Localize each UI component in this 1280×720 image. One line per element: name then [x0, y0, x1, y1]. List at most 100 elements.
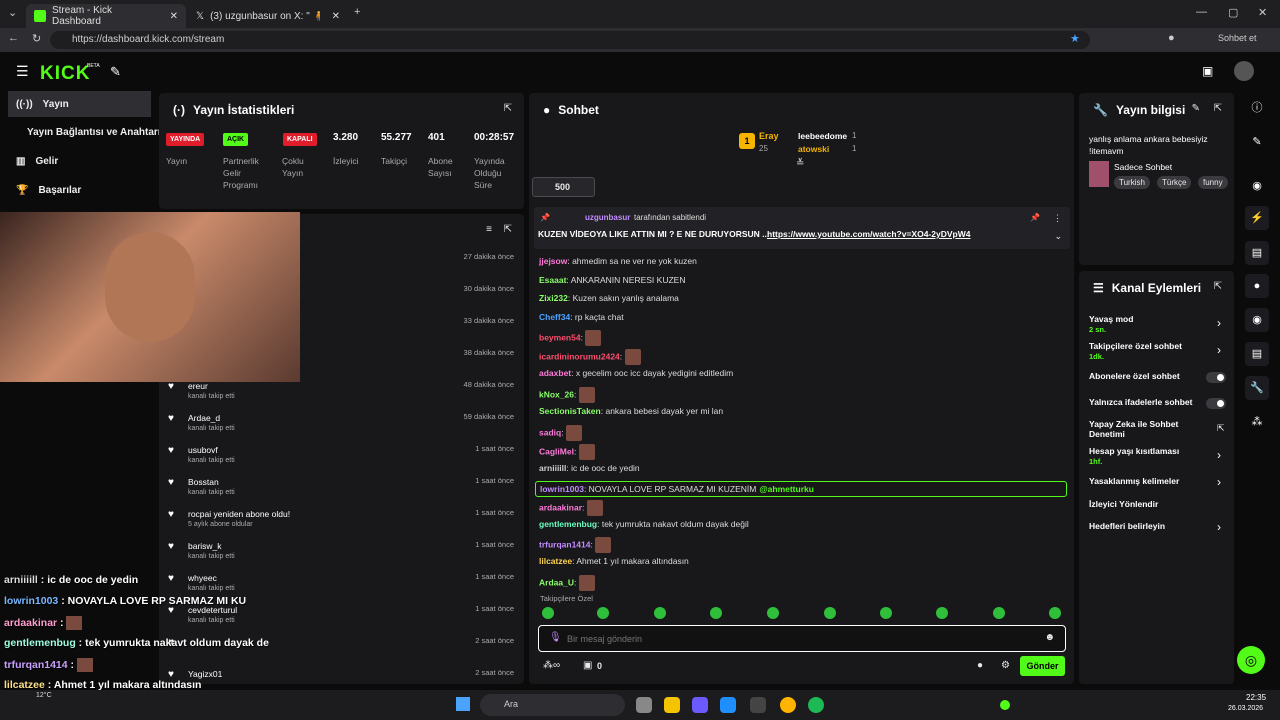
gift-icon[interactable]: ▣ — [583, 660, 592, 671]
channel-action-item[interactable]: Yalnızca ifadelerle sohbet — [1089, 397, 1199, 407]
weather-widget[interactable]: 12°C — [36, 692, 52, 699]
chat-username[interactable]: jjejsow — [539, 256, 567, 266]
pinned-author[interactable]: uzgunbasur — [585, 213, 630, 222]
tab-twitter[interactable]: 𝕏 (3) uzgunbasur on X: " 🧍 https://t ✕ — [188, 4, 348, 28]
chat-username[interactable]: ardaakinar — [539, 502, 582, 512]
channel-action-item[interactable]: Yasaklanmış kelimeler — [1089, 476, 1199, 486]
spotify-icon[interactable] — [808, 697, 824, 713]
copilot-button[interactable]: Sohbet et — [1218, 33, 1257, 43]
chevron-right-icon[interactable]: › — [1217, 448, 1221, 462]
kick-logo[interactable]: KICK — [40, 63, 90, 85]
windows-start-icon[interactable] — [456, 697, 470, 711]
chat-username[interactable]: sadiq — [539, 427, 561, 437]
file-explorer-icon[interactable] — [664, 697, 680, 713]
emoji-icon[interactable]: ☻ — [1044, 632, 1055, 643]
points-icon[interactable]: ⁂∞ — [543, 660, 560, 671]
expand-chevron-icon[interactable]: ≚ — [796, 158, 804, 169]
emote-icon[interactable] — [824, 607, 836, 619]
clipboard-icon[interactable]: ▤ — [1245, 241, 1269, 265]
nav-item-revenue[interactable]: ▥ Gelir — [0, 148, 158, 174]
task-view-icon[interactable] — [636, 697, 652, 713]
chat-username[interactable]: adaxbet — [539, 368, 571, 378]
creator-tools-icon[interactable]: ✎ — [110, 64, 121, 80]
emote-icon[interactable] — [654, 607, 666, 619]
channel-action-item[interactable]: Yapay Zeka ile Sohbet Denetimi — [1089, 419, 1199, 439]
chat-username[interactable]: lilcatzee — [539, 556, 572, 566]
channel-action-item[interactable]: Hedefleri belirleyin — [1089, 521, 1199, 531]
leader-name[interactable]: Eray — [759, 131, 779, 141]
obs-live-icon[interactable] — [1000, 700, 1010, 710]
app-icon[interactable] — [750, 697, 766, 713]
unpin-icon[interactable]: 📌 — [1030, 213, 1040, 222]
emote-icon[interactable] — [936, 607, 948, 619]
chat-mention[interactable]: @ahmetturku — [759, 484, 814, 494]
chat-username[interactable]: kNox_26 — [539, 389, 574, 399]
more-options-icon[interactable]: ⋮ — [1053, 213, 1062, 224]
info-icon[interactable]: ⓘ — [1245, 96, 1269, 120]
refresh-icon[interactable]: ↻ — [32, 32, 41, 45]
nav-item-stream[interactable]: ((·)) Yayın — [8, 91, 151, 117]
chat-username[interactable]: beymen54 — [539, 333, 581, 343]
emote-icon[interactable] — [710, 607, 722, 619]
goal-widget[interactable]: 500 — [532, 177, 595, 197]
activity-name[interactable]: Bosstan — [188, 477, 219, 487]
activity-name[interactable]: ereur — [188, 381, 208, 391]
chat-username[interactable]: Zixi232 — [539, 293, 568, 303]
chevron-right-icon[interactable]: › — [1217, 475, 1221, 489]
nodes-icon[interactable]: ⁂ — [1245, 410, 1269, 434]
camera-icon[interactable]: ◉ — [1245, 174, 1269, 198]
chat-username[interactable]: arniiiill — [539, 463, 566, 473]
channel-action-item[interactable]: Hesap yaşı kısıtlaması 1hf. — [1089, 446, 1199, 467]
activity-name[interactable]: rocpai yeniden abone oldu! — [188, 509, 290, 519]
emote-icon[interactable] — [542, 607, 554, 619]
emote-icon[interactable] — [767, 607, 779, 619]
maximize-icon[interactable]: ▢ — [1228, 6, 1238, 19]
favorite-star-icon[interactable]: ★ — [1070, 32, 1080, 45]
send-button[interactable]: Gönder — [1020, 656, 1065, 676]
tab-menu-icon[interactable]: ⌄ — [8, 6, 17, 19]
lightning-icon[interactable]: ⚡ — [1245, 206, 1269, 230]
wrench-icon[interactable]: 🔧 — [1245, 376, 1269, 400]
chat-bubble-icon[interactable]: ● — [977, 660, 983, 671]
chat-input[interactable] — [567, 630, 1027, 647]
nav-item-achievements[interactable]: 🏆 Başarılar — [0, 177, 158, 203]
close-icon[interactable]: ✕ — [332, 11, 340, 22]
tag-chip[interactable]: Türkçe — [1157, 176, 1192, 189]
back-icon[interactable]: ← — [8, 32, 19, 44]
activity-name[interactable]: Yagizx01 — [188, 669, 222, 679]
discord-icon[interactable] — [692, 697, 708, 713]
pinned-link[interactable]: https://www.youtube.com/watch?v=XO4-2yDV… — [767, 229, 970, 239]
close-icon[interactable]: ✕ — [170, 11, 178, 22]
popout-icon[interactable]: ⇱ — [1214, 281, 1222, 292]
chat-username[interactable]: Cheff34 — [539, 312, 570, 322]
external-link-icon[interactable]: ⇱ — [1217, 423, 1225, 434]
leader-name[interactable]: leebeedome — [798, 131, 847, 141]
activity-name[interactable]: whyeec — [188, 573, 217, 583]
chevron-down-icon[interactable]: ⌄ — [1054, 231, 1062, 242]
popout-icon[interactable]: ⇱ — [1214, 103, 1222, 114]
user-avatar[interactable] — [1234, 61, 1254, 81]
chat-username[interactable]: lowrin1003 — [540, 484, 584, 494]
activity-name[interactable]: usubovf — [188, 445, 218, 455]
channel-action-item[interactable]: Abonelere özel sohbet — [1089, 371, 1199, 381]
chevron-right-icon[interactable]: › — [1217, 520, 1221, 534]
channel-action-item[interactable]: İzleyici Yönlendir — [1089, 499, 1199, 509]
category-name[interactable]: Sadece Sohbet — [1114, 162, 1172, 172]
url-field[interactable]: https://dashboard.kick.com/stream — [50, 31, 1090, 49]
new-tab-button[interactable]: + — [354, 6, 360, 18]
studio-icon[interactable]: ▣ — [1202, 64, 1213, 78]
emote-icon[interactable] — [880, 607, 892, 619]
profile-avatar[interactable]: ● — [1168, 32, 1175, 44]
activity-name[interactable]: Ardae_d — [188, 413, 220, 423]
broadcast-icon[interactable]: ◉ — [1245, 308, 1269, 332]
chat-username[interactable]: Ardaa_U — [539, 577, 574, 587]
filter-icon[interactable]: ≡ — [486, 224, 492, 235]
help-float-icon[interactable]: ◎ — [1237, 646, 1265, 674]
chat-username[interactable]: SectionisTaken — [539, 406, 601, 416]
leader-name[interactable]: atowski — [798, 144, 829, 154]
pencil-icon[interactable]: ✎ — [1245, 130, 1269, 154]
edit-pencil-icon[interactable]: ✎ — [1192, 103, 1200, 114]
emote-icon[interactable] — [1049, 607, 1061, 619]
chat-icon[interactable]: ● — [1245, 274, 1269, 298]
nav-item-stream-key[interactable]: Yayın Bağlantısı ve Anahtarı — [0, 119, 161, 145]
